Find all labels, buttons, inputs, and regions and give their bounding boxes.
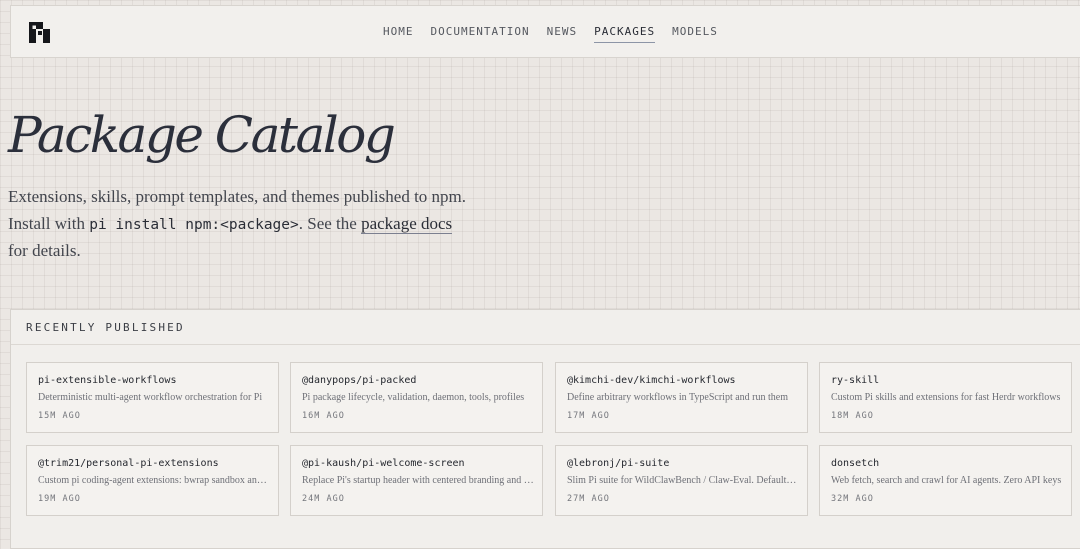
package-description: Deterministic multi-agent workflow orche… — [38, 392, 263, 403]
package-time: 32M AGO — [831, 494, 874, 504]
page-title: Package Catalog — [8, 106, 396, 164]
package-description: Pi package lifecycle, validation, daemon… — [302, 392, 525, 403]
package-card[interactable]: @lebronj/pi-suite Slim Pi suite for Wild… — [555, 445, 808, 516]
package-time: 18M AGO — [831, 411, 874, 421]
description-line-3: for details. — [8, 241, 81, 260]
package-card[interactable]: @pi-kaush/pi-welcome-screen Replace Pi's… — [290, 445, 543, 516]
package-description: Web fetch, search and crawl for AI agent… — [831, 475, 1062, 486]
package-time: 24M AGO — [302, 494, 345, 504]
package-name: ry-skill — [831, 375, 880, 386]
package-description: Custom Pi skills and extensions for fast… — [831, 392, 1061, 403]
package-card[interactable]: @kimchi-dev/kimchi-workflows Define arbi… — [555, 362, 808, 433]
package-time: 16M AGO — [302, 411, 345, 421]
package-docs-link[interactable]: package docs — [361, 213, 453, 234]
package-description: Custom pi coding-agent extensions: bwrap… — [38, 475, 270, 486]
see-text: . See the — [298, 213, 362, 233]
package-name: pi-extensible-workflows — [38, 375, 177, 386]
package-description: Define arbitrary workflows in TypeScript… — [567, 392, 789, 403]
section-divider — [11, 344, 1080, 345]
nav-item-news[interactable]: NEWS — [547, 25, 578, 43]
package-name: @danypops/pi-packed — [302, 375, 417, 386]
nav-item-packages[interactable]: PACKAGES — [594, 25, 656, 43]
nav-item-home[interactable]: HOME — [383, 25, 414, 43]
top-nav: HOME DOCUMENTATION NEWS PACKAGES MODELS — [10, 5, 1080, 58]
package-name: @trim21/personal-pi-extensions — [38, 458, 219, 469]
recently-published-panel: RECENTLY PUBLISHED pi-extensible-workflo… — [10, 309, 1080, 549]
package-name: donsetch — [831, 458, 880, 469]
package-time: 27M AGO — [567, 494, 610, 504]
install-command: pi install npm:<package> — [89, 216, 299, 233]
package-time: 19M AGO — [38, 494, 81, 504]
nav-item-models[interactable]: MODELS — [672, 25, 718, 43]
package-card[interactable]: pi-extensible-workflows Deterministic mu… — [26, 362, 279, 433]
package-name: @lebronj/pi-suite — [567, 458, 670, 469]
package-description: Slim Pi suite for WildClawBench / Claw-E… — [567, 475, 799, 486]
package-name: @kimchi-dev/kimchi-workflows — [567, 375, 736, 386]
package-card[interactable]: @danypops/pi-packed Pi package lifecycle… — [290, 362, 543, 433]
package-description: Replace Pi's startup header with centere… — [302, 475, 534, 486]
install-prefix: Install with — [8, 213, 90, 233]
package-time: 15M AGO — [38, 411, 81, 421]
nav-item-documentation[interactable]: DOCUMENTATION — [431, 25, 530, 43]
page-description: Extensions, skills, prompt templates, an… — [8, 184, 488, 265]
package-time: 17M AGO — [567, 411, 610, 421]
package-card[interactable]: ry-skill Custom Pi skills and extensions… — [819, 362, 1072, 433]
package-card[interactable]: @trim21/personal-pi-extensions Custom pi… — [26, 445, 279, 516]
package-card[interactable]: donsetch Web fetch, search and crawl for… — [819, 445, 1072, 516]
package-name: @pi-kaush/pi-welcome-screen — [302, 458, 465, 469]
nav-links: HOME DOCUMENTATION NEWS PACKAGES MODELS — [383, 25, 735, 43]
pi-logo-icon[interactable] — [29, 22, 50, 43]
description-line-1: Extensions, skills, prompt templates, an… — [8, 187, 467, 206]
section-title: RECENTLY PUBLISHED — [26, 321, 185, 334]
